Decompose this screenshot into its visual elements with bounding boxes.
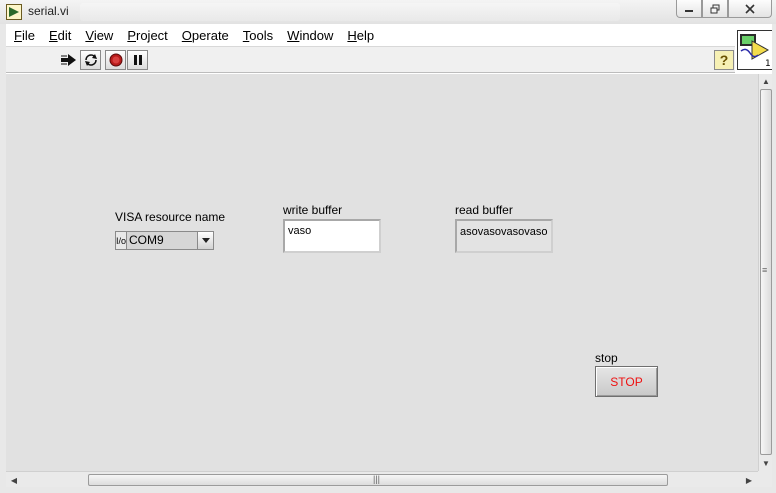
stop-button-text: STOP [610, 374, 643, 389]
chevron-down-icon [201, 237, 210, 243]
window-title: serial.vi [28, 4, 69, 18]
menu-view[interactable]: View [85, 28, 113, 43]
menu-tools[interactable]: Tools [243, 28, 273, 43]
abort-button[interactable] [105, 50, 126, 70]
pause-button[interactable] [127, 50, 148, 70]
vi-icon-graphic: 1 [740, 34, 771, 69]
scroll-down-icon[interactable]: ▼ [761, 458, 771, 468]
read-buffer-label: read buffer [455, 203, 513, 217]
abort-icon [109, 53, 122, 67]
minimize-icon [685, 9, 693, 12]
toolbar: ? [6, 47, 735, 73]
menu-file[interactable]: File [14, 28, 35, 43]
window-border-right [772, 24, 776, 493]
write-buffer-input[interactable]: vaso [283, 219, 381, 253]
scroll-right-icon[interactable]: ▶ [744, 475, 754, 485]
front-panel [6, 74, 758, 471]
write-buffer-label: write buffer [283, 203, 343, 217]
run-button[interactable] [58, 50, 79, 70]
run-continuously-button[interactable] [80, 50, 101, 70]
menu-window[interactable]: Window [287, 28, 333, 43]
menu-edit[interactable]: Edit [49, 28, 71, 43]
menu-bar: File Edit View Project Operate Tools Win… [6, 25, 735, 47]
visa-io-icon: I/o [116, 232, 127, 249]
vertical-scroll-thumb[interactable]: ≡ [760, 89, 772, 455]
grip-icon: ≡ [762, 265, 768, 275]
vertical-scrollbar[interactable]: ▲ ≡ ▼ [758, 74, 772, 471]
menu-project[interactable]: Project [127, 28, 167, 43]
window-controls [676, 0, 772, 18]
grip-icon: ||| [373, 474, 381, 484]
scrollbar-corner [758, 471, 772, 487]
title-bar: serial.vi [0, 0, 776, 24]
pause-icon [133, 55, 142, 65]
visa-resource-value: COM9 [127, 232, 197, 249]
restore-icon [710, 4, 720, 13]
visa-resource-label: VISA resource name [115, 210, 226, 224]
vi-connector-icon[interactable]: 1 [737, 30, 773, 70]
help-icon: ? [719, 52, 729, 68]
visa-resource-control[interactable]: I/o COM9 [115, 231, 214, 250]
read-buffer-indicator: asovasovasovaso [455, 219, 553, 253]
labview-vi-icon [6, 4, 22, 20]
run-continuously-icon [84, 54, 97, 66]
stop-button[interactable]: STOP [595, 366, 658, 397]
window-border-bottom [0, 487, 776, 493]
run-arrow-icon [60, 54, 76, 66]
horizontal-scroll-thumb[interactable]: ||| [88, 474, 668, 486]
menu-operate[interactable]: Operate [182, 28, 229, 43]
visa-dropdown-button[interactable] [197, 232, 213, 249]
stop-label: stop [595, 351, 618, 365]
vi-icon-number: 1 [765, 59, 771, 69]
minimize-button[interactable] [676, 0, 702, 18]
close-icon [745, 3, 755, 14]
close-button[interactable] [728, 0, 772, 18]
context-help-button[interactable]: ? [714, 50, 734, 70]
restore-button[interactable] [702, 0, 728, 18]
scroll-up-icon[interactable]: ▲ [761, 76, 771, 86]
menu-help[interactable]: Help [347, 28, 374, 43]
scroll-left-icon[interactable]: ◀ [9, 475, 19, 485]
horizontal-scrollbar[interactable]: ◀ ||| ▶ [6, 471, 758, 487]
